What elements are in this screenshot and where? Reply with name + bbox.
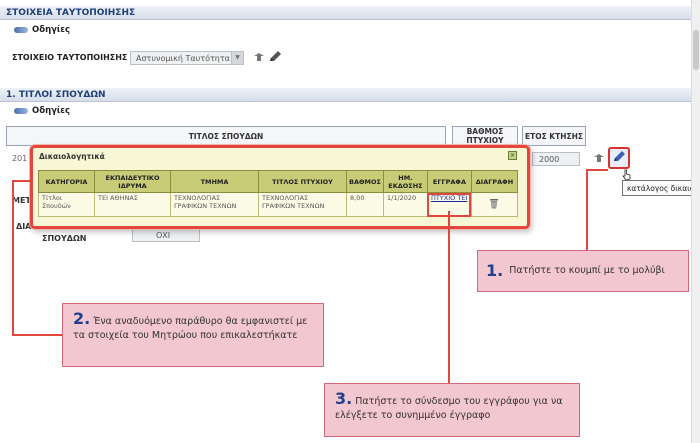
pencil-icon[interactable] — [268, 49, 282, 63]
studies-table-header-3: ΕΤΟΣ ΚΤΗΣΗΣ — [522, 126, 586, 146]
col-grade: ΒΑΘΜΟΣ — [346, 170, 384, 193]
documents-table: ΚΑΤΗΓΟΡΙΑ ΕΚΠΑΙΔΕΥΤΙΚΟ ΙΔΡΥΜΑ ΤΜΗΜΑ ΤΙΤΛ… — [38, 170, 518, 217]
arrow-line-2-horizontal-top — [12, 180, 30, 182]
pencil-icon — [612, 149, 626, 168]
cell-department: ΤΕΧΝΟΛΟΓΙΑΣ ΓΡΑΦΙΚΩΝ ΤΕΧΝΩΝ — [170, 192, 259, 217]
col-degree-title: ΤΙΤΛΟΣ ΠΤΥΧΙΟΥ — [258, 170, 347, 193]
registry-form-page: ΣΤΟΙΧΕΙΑ ΤΑΥΤΟΠΟΙΗΣΗΣ Οδηγίες ΣΤΟΙΧΕΙΟ Τ… — [0, 0, 700, 443]
popup-title: Δικαιολογητικά — [39, 152, 105, 161]
cursor-hand-icon — [622, 166, 632, 181]
callout-step-2: 2. Ένα αναδυόμενο παράθυρο θα εμφανιστεί… — [62, 303, 324, 367]
studies-section-header: 1. ΤΙΤΛΟΙ ΣΠΟΥΔΩΝ — [0, 88, 691, 102]
edit-tooltip: κατάλογος δικαιολογητικών — [622, 180, 700, 196]
cell-category: Τίτλοι Σπουδών — [38, 192, 95, 217]
identification-guide-label: Οδηγίες — [32, 25, 70, 35]
callout-1-text: Πατήστε το κουμπί με το μολύβι — [509, 265, 665, 276]
no-select[interactable]: ΟΧΙ — [132, 229, 200, 242]
callout-3-text: Πατήστε το σύνδεσμο του εγγράφου για να … — [335, 396, 563, 421]
no-select-value: ΟΧΙ — [156, 231, 171, 240]
met-label: ΜΕΤ — [12, 196, 31, 205]
callout-3-number: 3. — [335, 389, 353, 408]
identification-guide-link[interactable]: Οδηγίες — [14, 25, 70, 35]
col-department: ΤΜΗΜΑ — [170, 170, 259, 193]
header-title: ΤΙΤΛΟΣ ΣΠΟΥΔΩΝ — [6, 126, 446, 146]
col-issue-date: ΗΜ. ΕΚΔΟΣΗΣ — [382, 170, 428, 193]
upload-icon[interactable] — [252, 50, 266, 64]
cell-issue-date: 1/1/2020 — [382, 192, 428, 217]
close-icon[interactable]: × — [508, 151, 517, 160]
studies-table-header: ΤΙΤΛΟΣ ΣΠΟΥΔΩΝ — [6, 126, 446, 146]
scrollbar-thumb[interactable] — [693, 30, 699, 70]
arrow-line-1-vertical — [586, 169, 588, 251]
arrow-line-2-vertical — [12, 180, 14, 335]
row-prefix-text: 201 — [12, 154, 28, 163]
callout-1-number: 1. — [486, 261, 504, 280]
guide-pen-icon — [14, 27, 28, 33]
upload-icon[interactable] — [592, 151, 606, 165]
document-link[interactable]: ΠΤΥΧΙΟ ΤΕΙ — [431, 194, 467, 202]
studies-table-header-2: ΒΑΘΜΟΣ ΠΤΥΧΙΟΥ — [452, 126, 518, 146]
identification-section-header: ΣΤΟΙΧΕΙΑ ΤΑΥΤΟΠΟΙΗΣΗΣ — [0, 6, 691, 20]
studies-guide-link[interactable]: Οδηγίες — [14, 106, 70, 116]
callout-step-3: 3. Πατήστε το σύνδεσμο του εγγράφου για … — [324, 383, 580, 437]
identification-select[interactable]: Αστυνομική Ταυτότητα ▼ — [130, 51, 244, 65]
identification-field-label: ΣΤΟΙΧΕΙΟ ΤΑΥΤΟΠΟΙΗΣΗΣ — [12, 53, 128, 62]
identification-select-value: Αστυνομική Ταυτότητα — [136, 53, 230, 63]
col-category: ΚΑΤΗΓΟΡΙΑ — [38, 170, 95, 193]
cell-delete — [470, 192, 518, 217]
table-row: Τίτλοι Σπουδών ΤΕΙ ΑΘΗΝΑΣ ΤΕΧΝΟΛΟΓΙΑΣ ΓΡ… — [38, 192, 518, 217]
arrow-line-3-vertical — [448, 211, 450, 383]
arrow-line-1-horizontal — [586, 169, 608, 171]
studies-label: ΣΠΟΥΔΩΝ — [42, 234, 87, 243]
col-institution: ΕΚΠΑΙΔΕΥΤΙΚΟ ΙΔΡΥΜΑ — [94, 170, 171, 193]
col-delete: ΔΙΑΓΡΑΦΗ — [470, 170, 518, 193]
header-grade: ΒΑΘΜΟΣ ΠΤΥΧΙΟΥ — [452, 126, 518, 146]
callout-2-number: 2. — [73, 309, 91, 328]
identification-section-title: ΣΤΟΙΧΕΙΑ ΤΑΥΤΟΠΟΙΗΣΗΣ — [6, 8, 136, 18]
studies-section-title: 1. ΤΙΤΛΟΙ ΣΠΟΥΔΩΝ — [6, 90, 106, 100]
guide-pen-icon — [14, 108, 28, 114]
arrow-line-2-horizontal-bottom — [12, 334, 62, 336]
cell-grade: 8,00 — [346, 192, 384, 217]
vertical-scrollbar[interactable] — [691, 0, 700, 443]
documents-popup: Δικαιολογητικά × ΚΑΤΗΓΟΡΙΑ ΕΚΠΑΙΔΕΥΤΙΚΟ … — [30, 145, 530, 229]
studies-guide-label: Οδηγίες — [32, 106, 70, 116]
callout-2-text: Ένα αναδυόμενο παράθυρο θα εμφανιστεί με… — [73, 316, 308, 341]
callout-step-1: 1. Πατήστε το κουμπί με το μολύβι — [477, 250, 689, 292]
col-documents: ΕΓΓΡΑΦΑ — [426, 170, 472, 193]
chevron-down-icon: ▼ — [231, 52, 243, 64]
header-year: ΕΤΟΣ ΚΤΗΣΗΣ — [522, 126, 586, 146]
cell-degree-title: ΤΕΧΝΟΛΟΓΙΑΣ ΓΡΑΦΙΚΩΝ ΤΕΧΝΩΝ — [258, 192, 347, 217]
documents-table-header-row: ΚΑΤΗΓΟΡΙΑ ΕΚΠΑΙΔΕΥΤΙΚΟ ΙΔΡΥΜΑ ΤΜΗΜΑ ΤΙΤΛ… — [38, 170, 518, 193]
cell-institution: ΤΕΙ ΑΘΗΝΑΣ — [94, 192, 171, 217]
year-value: 2000 — [532, 152, 580, 166]
trash-icon[interactable] — [489, 199, 499, 211]
